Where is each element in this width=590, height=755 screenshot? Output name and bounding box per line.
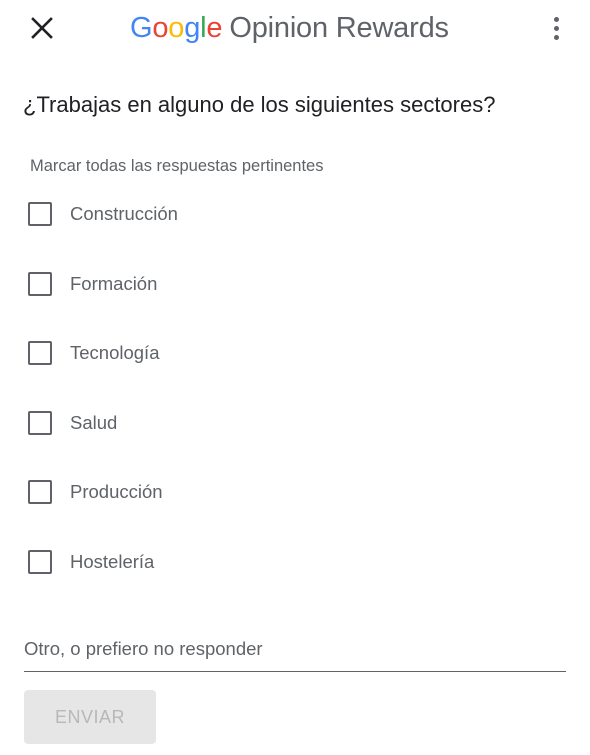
survey-hint: Marcar todas las respuestas pertinentes	[30, 157, 324, 175]
overflow-menu-button[interactable]	[540, 10, 572, 46]
google-logo-letter: o	[152, 11, 169, 44]
app-name: Opinion Rewards	[229, 11, 449, 44]
option-salud[interactable]: Salud	[26, 405, 117, 441]
checkbox[interactable]	[28, 202, 52, 226]
option-label: Formación	[70, 273, 158, 294]
option-label: Salud	[70, 412, 118, 433]
google-logo-letter: G	[130, 11, 153, 44]
submit-button[interactable]: ENVIAR	[24, 690, 156, 744]
more-vert-icon	[553, 16, 559, 22]
app-bar: Google Opinion Rewards	[0, 0, 590, 56]
more-vert-icon-dot	[553, 34, 559, 40]
option-label: Tecnología	[70, 342, 160, 363]
checkbox[interactable]	[28, 272, 52, 296]
checkbox[interactable]	[28, 550, 52, 574]
google-logo-letter: g	[184, 11, 201, 44]
google-logo: Google	[130, 11, 223, 45]
checkbox[interactable]	[28, 341, 52, 365]
option-formacion[interactable]: Formación	[26, 266, 157, 302]
option-construccion[interactable]: Construcción	[26, 196, 178, 232]
checkbox[interactable]	[28, 411, 52, 435]
more-vert-icon-dot	[553, 25, 559, 31]
option-label: Construcción	[70, 203, 178, 224]
google-logo-letter: e	[206, 11, 223, 44]
option-label: Producción	[70, 481, 163, 502]
close-button[interactable]	[24, 10, 60, 46]
option-label: Hostelería	[70, 551, 155, 572]
app-title: Google Opinion Rewards	[130, 10, 449, 46]
close-icon	[31, 17, 53, 39]
google-logo-letter: o	[168, 11, 185, 44]
option-produccion[interactable]: Producción	[26, 474, 163, 510]
other-answer-input[interactable]	[24, 626, 566, 672]
checkbox[interactable]	[28, 480, 52, 504]
survey-question: ¿Trabajas en alguno de los siguientes se…	[23, 92, 496, 117]
option-hosteleria[interactable]: Hostelería	[26, 544, 154, 580]
option-tecnologia[interactable]: Tecnología	[26, 335, 159, 371]
